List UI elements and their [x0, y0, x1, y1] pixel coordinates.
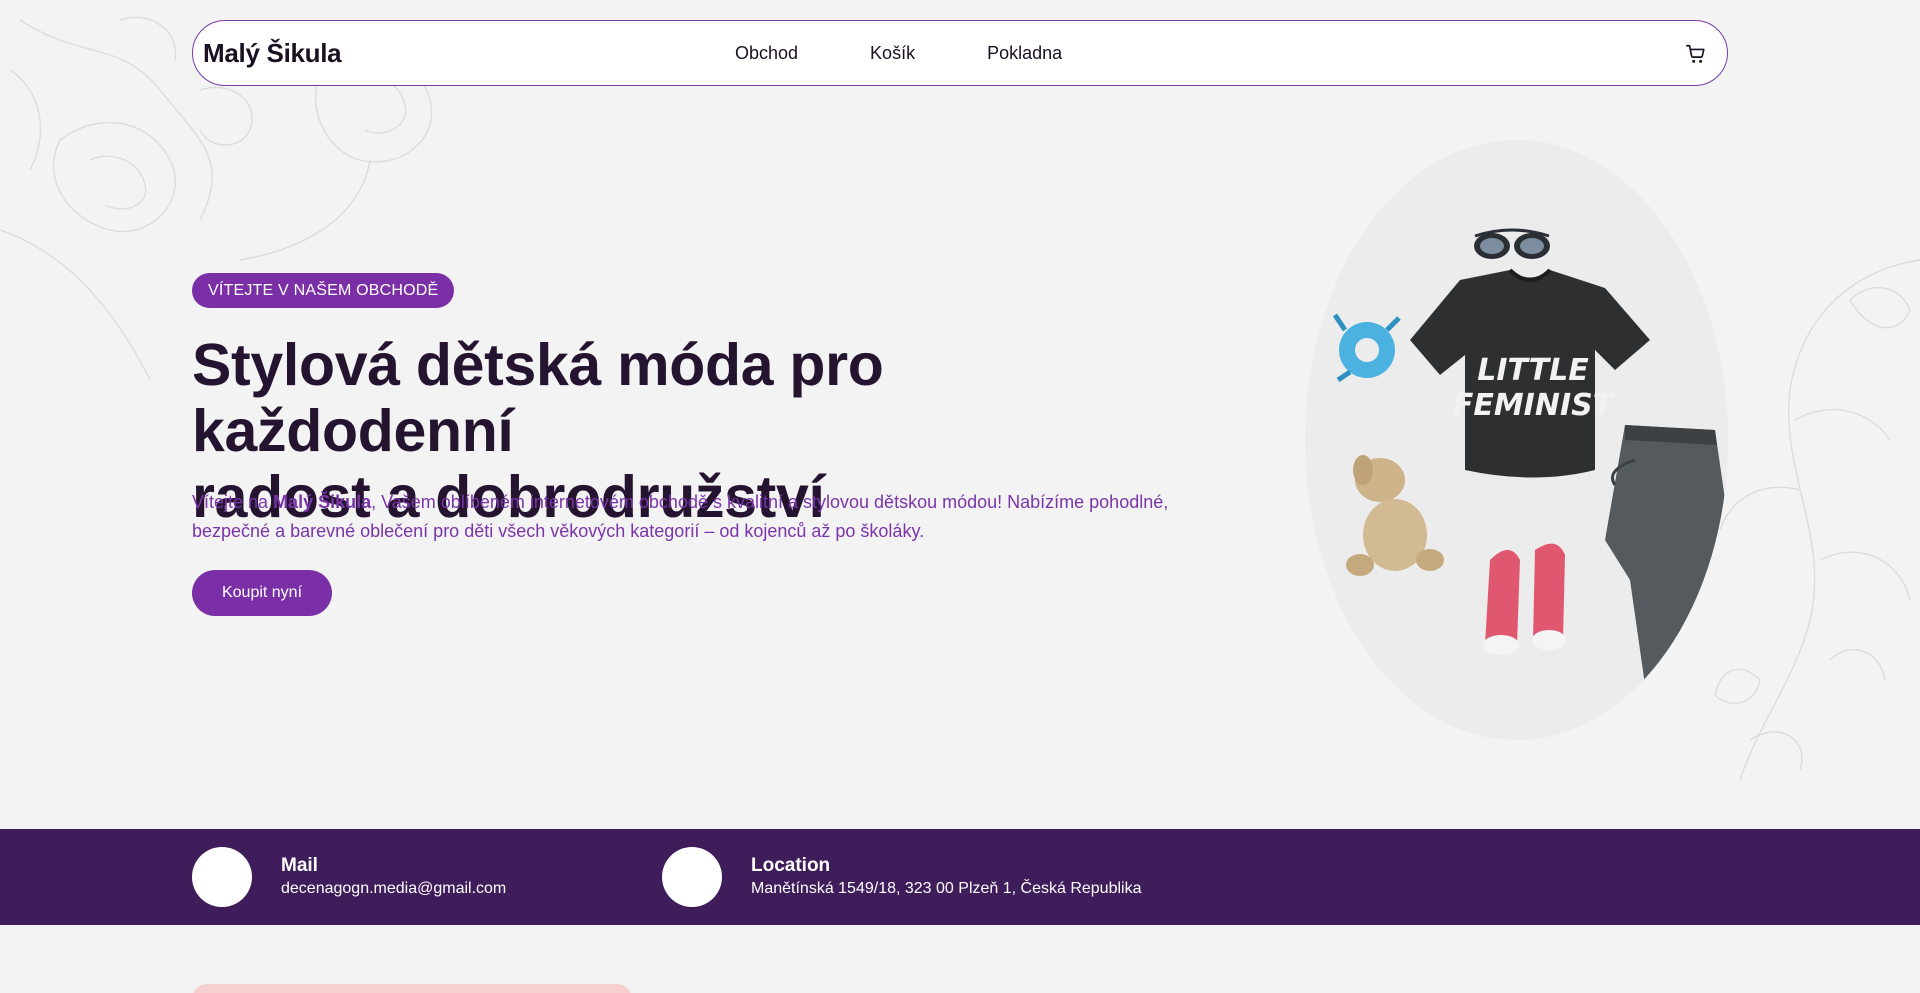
site-header: Malý Šikula Obchod Košík Pokladna — [192, 20, 1728, 86]
mail-value[interactable]: decenagogn.media@gmail.com — [281, 878, 506, 900]
contact-band: Mail decenagogn.media@gmail.com Location… — [0, 829, 1920, 925]
main-nav: Obchod Košík Pokladna — [735, 21, 1134, 85]
tshirt-print-line-2: FEMINIST — [1453, 388, 1616, 423]
nav-link-obchod[interactable]: Obchod — [735, 43, 798, 64]
floral-decoration-right — [1714, 259, 1920, 781]
location-value: Manětínská 1549/18, 323 00 Plzeň 1, Česk… — [751, 880, 1142, 897]
kids-outfit-illustration: LITTLE FEMINIST — [1305, 140, 1728, 740]
contact-location: Location Manětínská 1549/18, 323 00 Plze… — [662, 847, 1141, 907]
nav-link-kosik[interactable]: Košík — [870, 43, 915, 64]
welcome-badge: VÍTEJTE V NAŠEM OBCHODĚ — [192, 273, 455, 308]
location-title: Location — [751, 855, 831, 876]
site-logo[interactable]: Malý Šikula — [203, 38, 342, 69]
hero-description: Vítejte na Malý Šikula, Vašem oblíbeném … — [192, 488, 1172, 546]
nav-link-pokladna[interactable]: Pokladna — [987, 43, 1062, 64]
hero-title-line-1: Stylová dětská móda pro každodenní — [192, 332, 884, 464]
buy-now-button[interactable]: Koupit nyní — [192, 570, 332, 616]
cart-icon[interactable] — [1685, 43, 1707, 65]
hero-text-prefix: Vítejte na — [192, 492, 274, 512]
next-section-peek — [192, 984, 632, 993]
contact-mail: Mail decenagogn.media@gmail.com — [192, 847, 506, 907]
location-icon — [662, 847, 722, 907]
tshirt-print-line-1: LITTLE — [1477, 353, 1589, 388]
mail-title: Mail — [281, 855, 318, 876]
hero-text-brand: Malý Šikula — [273, 492, 372, 512]
mail-icon — [192, 847, 252, 907]
hero-image: LITTLE FEMINIST — [1305, 140, 1728, 740]
